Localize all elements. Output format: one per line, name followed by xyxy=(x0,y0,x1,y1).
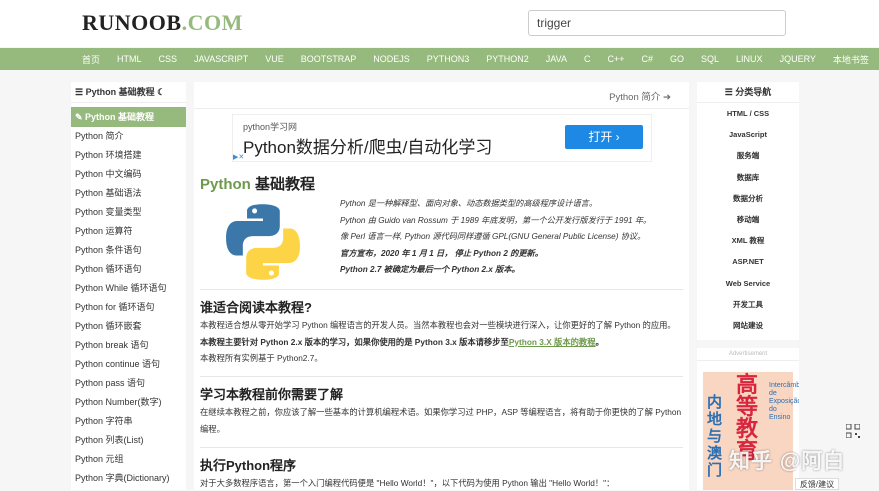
sidebar-item[interactable]: Python 循环语句 xyxy=(71,260,186,279)
category-item[interactable]: 服务端 xyxy=(697,145,799,166)
intro-line: 像 Perl 语言一样, Python 源代码同样遵循 GPL(GNU Gene… xyxy=(340,232,646,241)
section-heading-run: 执行Python程序 xyxy=(200,458,297,473)
prev-page-link[interactable]: Python 简介 ➔ xyxy=(609,89,671,103)
section-run-text: 对于大多数程序语言，第一个入门编程代码便是 "Hello World！"，以下代… xyxy=(200,478,615,488)
nav-javascript[interactable]: JAVASCRIPT xyxy=(194,54,248,64)
main-content: Python 简介 ➔ python学习网 Python数据分析/爬虫/自动化学… xyxy=(194,82,689,490)
category-item[interactable]: HTML / CSS xyxy=(697,103,799,124)
zhihu-watermark: 知乎 @阿白 xyxy=(729,450,846,473)
section-audience-text: 本教程适合想从零开始学习 Python 编程语言的开发人员。当然本教程也会对一些… xyxy=(200,317,685,367)
sidebar-item[interactable]: Python 列表(List) xyxy=(71,431,186,450)
category-item[interactable]: JavaScript xyxy=(697,124,799,145)
python3-tutorial-link[interactable]: Python 3.X 版本的教程 xyxy=(509,337,596,347)
sidebar-item[interactable]: Python 中文编码 xyxy=(71,165,186,184)
sidebar-item[interactable]: Python 循环嵌套 xyxy=(71,317,186,336)
section-divider xyxy=(200,447,683,448)
category-item[interactable]: Web Service xyxy=(697,273,799,294)
intro-line: 官方宣布，2020 年 1 月 1 日， 停止 Python 2 的更新。 xyxy=(340,248,543,258)
sidebar-item-active[interactable]: ✎ Python 基础教程 xyxy=(71,107,186,127)
category-item[interactable]: ASP.NET xyxy=(697,251,799,272)
category-nav: ☰ 分类导航 HTML / CSS JavaScript 服务端 数据库 数据分… xyxy=(697,82,799,340)
ad-label: Advertisement xyxy=(697,351,799,361)
intro-text: Python 是一种解释型、面向对象、动态数据类型的高级程序设计语言。 Pyth… xyxy=(340,196,685,279)
nav-sql[interactable]: SQL xyxy=(701,54,719,64)
paragraph: 本教程适合想从零开始学习 Python 编程语言的开发人员。当然本教程也会对一些… xyxy=(200,320,676,330)
nav-nodejs[interactable]: NODEJS xyxy=(373,54,410,64)
sidebar-item[interactable]: Python 字典(Dictionary) xyxy=(71,469,186,488)
sidebar-item[interactable]: Python 环境搭建 xyxy=(71,146,186,165)
intro-line: Python 由 Guido van Rossum 于 1989 年底发明，第一… xyxy=(340,215,652,225)
list-icon: ☰ xyxy=(724,87,736,97)
paragraph: 本教程所有实例基于 Python2.7。 xyxy=(200,353,323,363)
category-item[interactable]: 移动端 xyxy=(697,209,799,230)
paragraph: 本教程主要针对 Python 2.x 版本的学习，如果你使用的是 Python … xyxy=(200,336,604,347)
nav-go[interactable]: GO xyxy=(670,54,684,64)
nav-vue[interactable]: VUE xyxy=(265,54,284,64)
nav-css[interactable]: CSS xyxy=(159,54,178,64)
tag-icon: ✎ xyxy=(75,112,86,122)
search-input[interactable] xyxy=(528,10,786,36)
category-item[interactable]: 网站建设 xyxy=(697,315,799,336)
ad-choices-icon[interactable]: ▶✕ xyxy=(233,153,244,161)
category-item[interactable]: 数据分析 xyxy=(697,188,799,209)
nav-linux[interactable]: LINUX xyxy=(736,54,763,64)
nav-python3[interactable]: PYTHON3 xyxy=(427,54,470,64)
site-header: RUNOOB.COM xyxy=(0,0,879,47)
sidebar-item[interactable]: Python 字符串 xyxy=(71,412,186,431)
sidebar-item[interactable]: Python 基础语法 xyxy=(71,184,186,203)
category-nav-title: ☰ 分类导航 xyxy=(697,82,799,103)
category-item[interactable]: 数据库 xyxy=(697,167,799,188)
nav-home[interactable]: 首页 xyxy=(82,53,100,66)
section-heading-prereq: 学习本教程前你需要了解 xyxy=(200,387,344,402)
qr-code-icon[interactable] xyxy=(846,424,860,438)
sidebar-item[interactable]: Python 变量类型 xyxy=(71,203,186,222)
left-sidebar: ☰ Python 基础教程 ☾ ✎ Python 基础教程 Python 简介 … xyxy=(71,82,186,490)
nav-csharp[interactable]: C# xyxy=(642,54,654,64)
top-divider xyxy=(194,108,689,109)
list-icon: ☰ xyxy=(75,87,86,97)
sidebar-item[interactable]: Python 元组 xyxy=(71,450,186,469)
moon-icon[interactable]: ☾ xyxy=(155,87,165,97)
category-item[interactable]: XML 教程 xyxy=(697,230,799,251)
section-prereq-text: 在继续本教程之前，你应该了解一些基本的计算机编程术语。如果你学习过 PHP，AS… xyxy=(200,407,682,434)
section-heading-audience: 谁适合阅读本教程? xyxy=(200,300,312,315)
sidebar-item[interactable]: Python pass 语句 xyxy=(71,374,186,393)
sidebar-item[interactable]: Python 简介 xyxy=(71,127,186,146)
nav-java[interactable]: JAVA xyxy=(546,54,567,64)
category-item[interactable]: 开发工具 xyxy=(697,294,799,315)
intro-line: Python 是一种解释型、面向对象、动态数据类型的高级程序设计语言。 xyxy=(340,199,598,208)
sidebar-item[interactable]: Python Number(数字) xyxy=(71,393,186,412)
top-navbar: 首页 HTML CSS JAVASCRIPT VUE BOOTSTRAP NOD… xyxy=(0,48,879,70)
ad-source: python学习网 xyxy=(243,122,298,132)
poster-left-text: 内地与澳门 xyxy=(707,394,723,479)
section-divider xyxy=(200,376,683,377)
intro-line: Python 2.7 被确定为最后一个 Python 2.x 版本。 xyxy=(340,265,520,274)
nav-python2[interactable]: PYTHON2 xyxy=(486,54,529,64)
sidebar-item[interactable]: Python break 语句 xyxy=(71,336,186,355)
ad-open-button[interactable]: 打开 › xyxy=(565,125,643,149)
section-divider xyxy=(200,289,683,290)
nav-bookmarks[interactable]: 本地书签 xyxy=(833,53,869,66)
nav-jquery[interactable]: JQUERY xyxy=(780,54,816,64)
nav-bootstrap[interactable]: BOOTSTRAP xyxy=(301,54,357,64)
sidebar-title: ☰ Python 基础教程 ☾ xyxy=(71,82,186,103)
nav-html[interactable]: HTML xyxy=(117,54,142,64)
sidebar-item[interactable]: Python 条件语句 xyxy=(71,241,186,260)
banner-ad[interactable]: python学习网 Python数据分析/爬虫/自动化学习 打开 › ▶✕ xyxy=(232,114,652,162)
arrow-right-icon: ➔ xyxy=(663,92,671,103)
sidebar-item[interactable]: Python for 循环语句 xyxy=(71,298,186,317)
ad-headline: Python数据分析/爬虫/自动化学习 xyxy=(243,138,493,157)
sidebar-item[interactable]: Python 运算符 xyxy=(71,222,186,241)
feedback-button[interactable]: 反馈/建议 xyxy=(795,478,839,490)
site-logo[interactable]: RUNOOB.COM xyxy=(82,10,243,36)
nav-cpp[interactable]: C++ xyxy=(607,54,624,64)
nav-c[interactable]: C xyxy=(584,54,591,64)
chevron-right-icon: › xyxy=(615,130,620,144)
sidebar-item[interactable]: Python continue 语句 xyxy=(71,355,186,374)
page-title: Python 基础教程 xyxy=(200,176,316,193)
sidebar-item[interactable]: Python While 循环语句 xyxy=(71,279,186,298)
poster-side-text: Intercâmbio de Exposição do Ensino xyxy=(769,382,799,421)
python-logo-icon xyxy=(226,204,300,280)
